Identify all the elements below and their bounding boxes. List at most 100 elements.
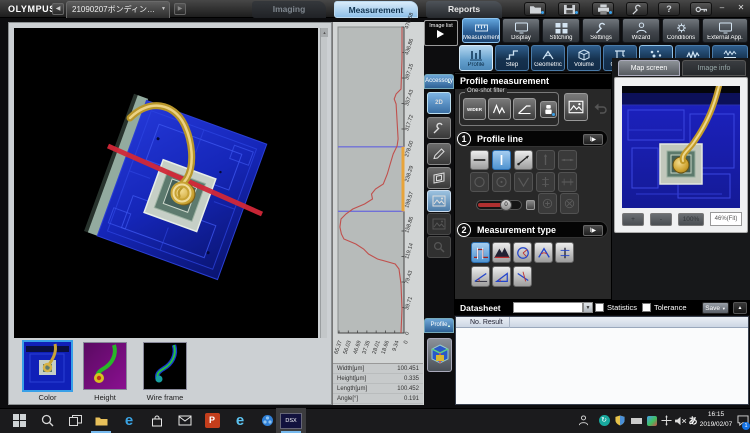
thumbnail-color-label: Color: [22, 393, 73, 402]
height-thumb-image: [84, 343, 126, 389]
viewport-scrollbar[interactable]: ▲: [320, 28, 327, 338]
powerpoint-button[interactable]: P: [199, 408, 225, 433]
statistics-checkbox[interactable]: [595, 303, 604, 312]
wrench-icon: [432, 122, 446, 134]
chevron-down-icon[interactable]: ▼: [161, 1, 166, 17]
pen-icon: [432, 148, 446, 160]
prev-image-button[interactable]: ◀: [52, 3, 64, 15]
filter-auto-button[interactable]: [540, 101, 557, 118]
edge-button[interactable]: e: [116, 408, 142, 433]
license-button[interactable]: [690, 2, 712, 16]
accessory-annotate-button[interactable]: [427, 143, 451, 165]
magnifier-icon: [432, 241, 446, 253]
close-button[interactable]: ✕: [734, 3, 748, 14]
tolerance-checkbox[interactable]: [642, 303, 651, 312]
mtype-step-button[interactable]: [471, 242, 490, 263]
mtype-area-button[interactable]: [492, 242, 511, 263]
task-view-button[interactable]: [62, 408, 88, 433]
accessory-perspective-button[interactable]: [427, 167, 451, 189]
mtype-angle-button[interactable]: [534, 242, 553, 263]
map-zoom-fit-field[interactable]: 46%(Fit): [710, 212, 742, 226]
image-list-button[interactable]: Image list: [424, 20, 458, 46]
tab-measurement[interactable]: Measurement: [334, 1, 418, 18]
mtype-slope-button[interactable]: [471, 266, 490, 287]
ribbon-measurement-button[interactable]: Measurement: [462, 18, 500, 43]
tools-button[interactable]: [626, 2, 648, 16]
map-image[interactable]: [622, 86, 740, 208]
ribbon-display-button[interactable]: Display: [502, 18, 540, 43]
save-dropdown-button[interactable]: Save ▼: [702, 302, 729, 314]
tab-imaging[interactable]: Imaging: [252, 1, 326, 18]
internet-explorer-button[interactable]: e: [227, 408, 253, 433]
line-vertical-button[interactable]: [492, 150, 511, 170]
length-value: 100.452: [397, 386, 419, 392]
datasheet-collapse-button[interactable]: ▲: [733, 302, 747, 314]
ribbon-geometric-button[interactable]: Geometric: [531, 45, 565, 71]
accessory-image-button[interactable]: [427, 190, 451, 212]
tray-battery-icon[interactable]: [628, 408, 644, 433]
3d-viewport[interactable]: [14, 28, 318, 338]
mail-button[interactable]: [172, 408, 198, 433]
open-file-button[interactable]: [524, 2, 546, 16]
profile-plot[interactable]: [336, 25, 406, 337]
filter-slope-button[interactable]: [513, 98, 536, 120]
start-button[interactable]: [6, 408, 32, 433]
tab-image-info[interactable]: Image info: [682, 60, 746, 76]
help-button[interactable]: ?: [658, 2, 680, 16]
line-horizontal-button[interactable]: [470, 150, 489, 170]
filter-wider-button[interactable]: WIDER: [463, 98, 486, 120]
ribbon-stitching-button[interactable]: Stitching: [542, 18, 580, 43]
accessory-2d-view-button[interactable]: 2D: [427, 92, 451, 114]
snapshot-export-button[interactable]: [564, 93, 588, 121]
tab-map-screen[interactable]: Map screen: [618, 60, 680, 76]
line-position-slider[interactable]: 0: [476, 200, 522, 210]
mtype-width-button[interactable]: [555, 242, 574, 263]
datasheet-table[interactable]: No. Result: [455, 316, 749, 405]
ribbon-wizard-button[interactable]: Wizard: [622, 18, 660, 43]
scroll-up-icon[interactable]: ▲: [321, 28, 328, 37]
save-file-button[interactable]: [558, 2, 580, 16]
datasheet-combo-dropdown[interactable]: ▼: [583, 302, 593, 313]
store-button[interactable]: [144, 408, 170, 433]
minimize-button[interactable]: –: [714, 3, 730, 14]
taskbar-clock[interactable]: 16:15 2019/02/07: [696, 410, 736, 431]
notification-center-button[interactable]: 1: [735, 408, 750, 433]
dsx-app-button[interactable]: DSX: [276, 408, 306, 433]
thumbnail-color[interactable]: [22, 340, 73, 392]
ribbon-profile-button[interactable]: Profile: [459, 45, 493, 71]
print-button[interactable]: [592, 2, 614, 16]
tab-reports[interactable]: Reports: [426, 1, 502, 18]
mtype-perpendicular-button[interactable]: [513, 266, 532, 287]
line-free-button[interactable]: [514, 150, 533, 170]
tray-update-icon[interactable]: ↻: [596, 408, 612, 433]
thumbnail-height[interactable]: [83, 342, 127, 390]
profile-panel-tab[interactable]: Profile▲: [424, 318, 454, 333]
filter-peaks-button[interactable]: [488, 98, 511, 120]
powerpoint-icon: P: [205, 413, 220, 428]
ribbon-volume-button[interactable]: Volume: [567, 45, 601, 71]
stitching-icon: [554, 22, 569, 34]
tray-security-icon[interactable]: [612, 408, 628, 433]
slider-step-button[interactable]: [526, 200, 535, 210]
mtype-circle-button[interactable]: [513, 242, 532, 263]
thumbnail-wireframe[interactable]: [143, 342, 187, 390]
profile-line-jump-button[interactable]: I▶: [583, 134, 603, 145]
mtype-triangle-button[interactable]: [492, 266, 511, 287]
datasheet-combo-input[interactable]: [513, 302, 583, 313]
measurement-type-jump-button[interactable]: I▶: [583, 225, 603, 236]
ribbon-external-app-button[interactable]: External App.: [702, 18, 748, 43]
file-explorer-button[interactable]: [88, 408, 114, 433]
profile-cube-button[interactable]: [427, 338, 452, 372]
one-shot-filter-label: One-shot filter: [465, 88, 507, 94]
next-image-button[interactable]: ▶: [174, 3, 186, 15]
accessory-3d-settings-button[interactable]: [427, 117, 451, 139]
measurement-row: Width[μm]100.451: [333, 364, 423, 374]
slider-handle[interactable]: 0: [500, 199, 512, 211]
ribbon-conditions-button[interactable]: Conditions: [662, 18, 700, 43]
accessory-panel-tab[interactable]: Accessory▲: [424, 74, 454, 89]
document-tab[interactable]: 21090207ボンディン… ▼: [66, 1, 170, 18]
taskbar-search-button[interactable]: [34, 408, 60, 433]
ribbon-settings-button[interactable]: Settings: [582, 18, 620, 43]
people-button[interactable]: [570, 408, 596, 433]
ribbon-step-button[interactable]: Step: [495, 45, 529, 71]
